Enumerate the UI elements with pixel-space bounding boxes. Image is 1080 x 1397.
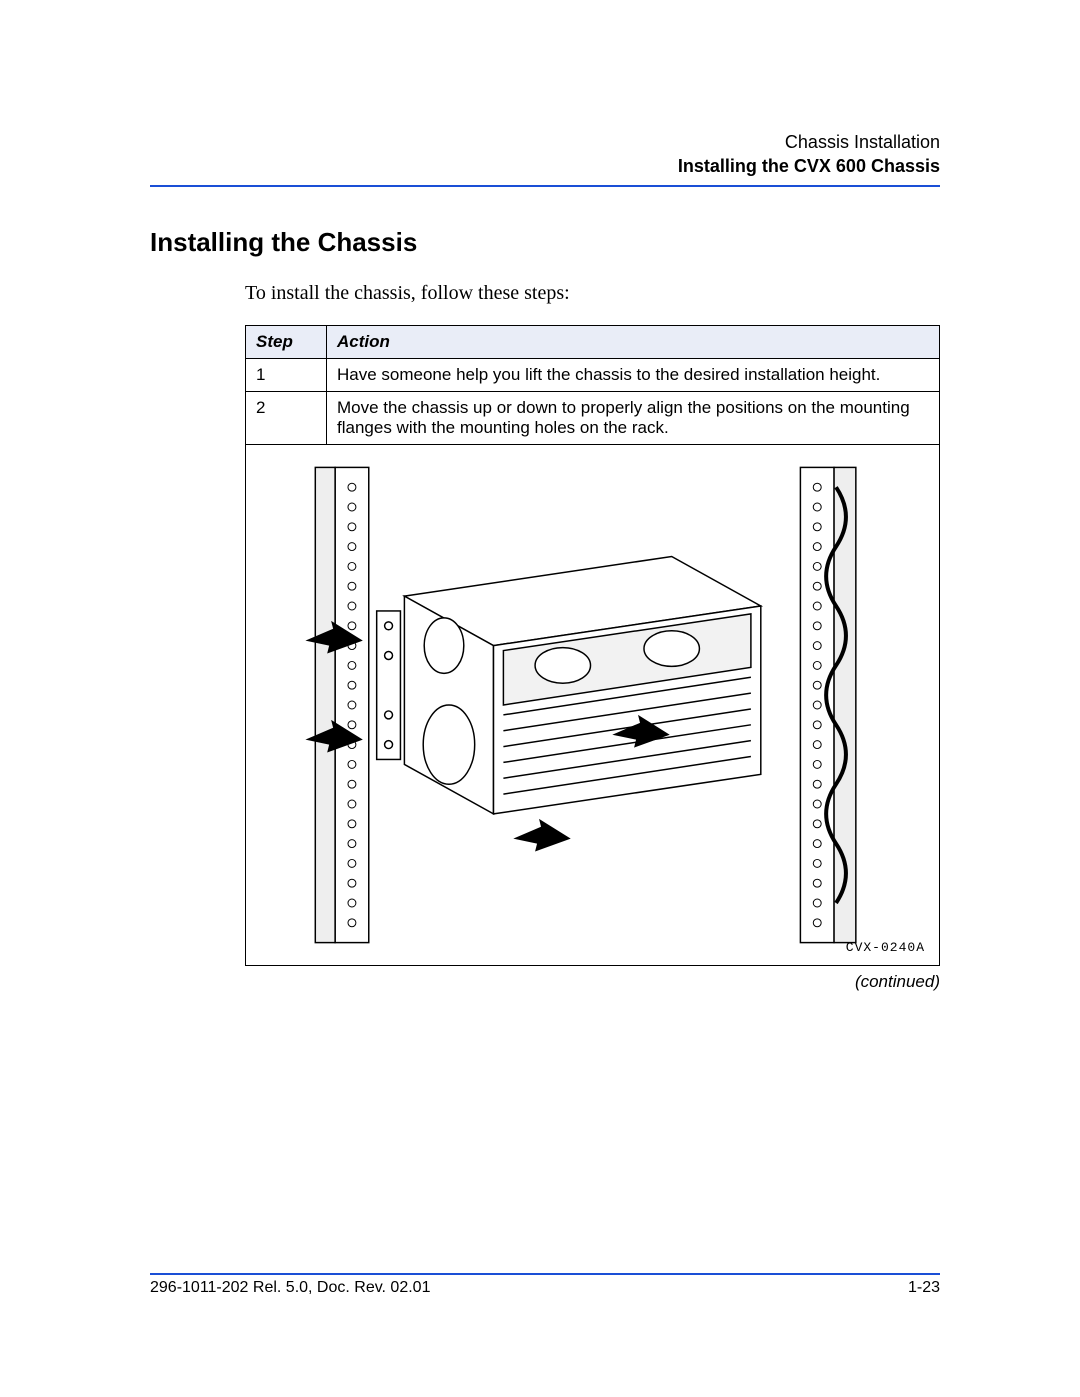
continued-label: (continued) — [245, 972, 940, 992]
chassis-illustration — [246, 445, 939, 965]
steps-table: Step Action 1 Have someone help you lift… — [245, 325, 940, 966]
header-section: Installing the CVX 600 Chassis — [150, 154, 940, 178]
page-title: Installing the Chassis — [150, 227, 940, 258]
running-header: Chassis Installation Installing the CVX … — [150, 130, 940, 179]
col-action: Action — [327, 325, 940, 358]
step-number: 1 — [246, 358, 327, 391]
header-chapter: Chassis Installation — [150, 130, 940, 154]
table-row: 1 Have someone help you lift the chassis… — [246, 358, 940, 391]
chassis-rack-figure: CVX-0240A — [246, 445, 939, 965]
figure-cell: CVX-0240A — [246, 444, 940, 965]
step-number: 2 — [246, 391, 327, 444]
page-footer: 296-1011-202 Rel. 5.0, Doc. Rev. 02.01 1… — [150, 1273, 940, 1297]
doc-revision: 296-1011-202 Rel. 5.0, Doc. Rev. 02.01 — [150, 1279, 430, 1297]
step-action: Have someone help you lift the chassis t… — [327, 358, 940, 391]
footer-rule — [150, 1273, 940, 1275]
page-number: 1-23 — [908, 1279, 940, 1297]
table-row: CVX-0240A — [246, 444, 940, 965]
table-row: 2 Move the chassis up or down to properl… — [246, 391, 940, 444]
header-rule — [150, 185, 940, 187]
intro-text: To install the chassis, follow these ste… — [245, 282, 940, 305]
col-step: Step — [246, 325, 327, 358]
steps-table-wrap: Step Action 1 Have someone help you lift… — [245, 325, 940, 992]
figure-id-label: CVX-0240A — [846, 940, 925, 955]
step-action: Move the chassis up or down to properly … — [327, 391, 940, 444]
page: Chassis Installation Installing the CVX … — [0, 0, 1080, 1397]
